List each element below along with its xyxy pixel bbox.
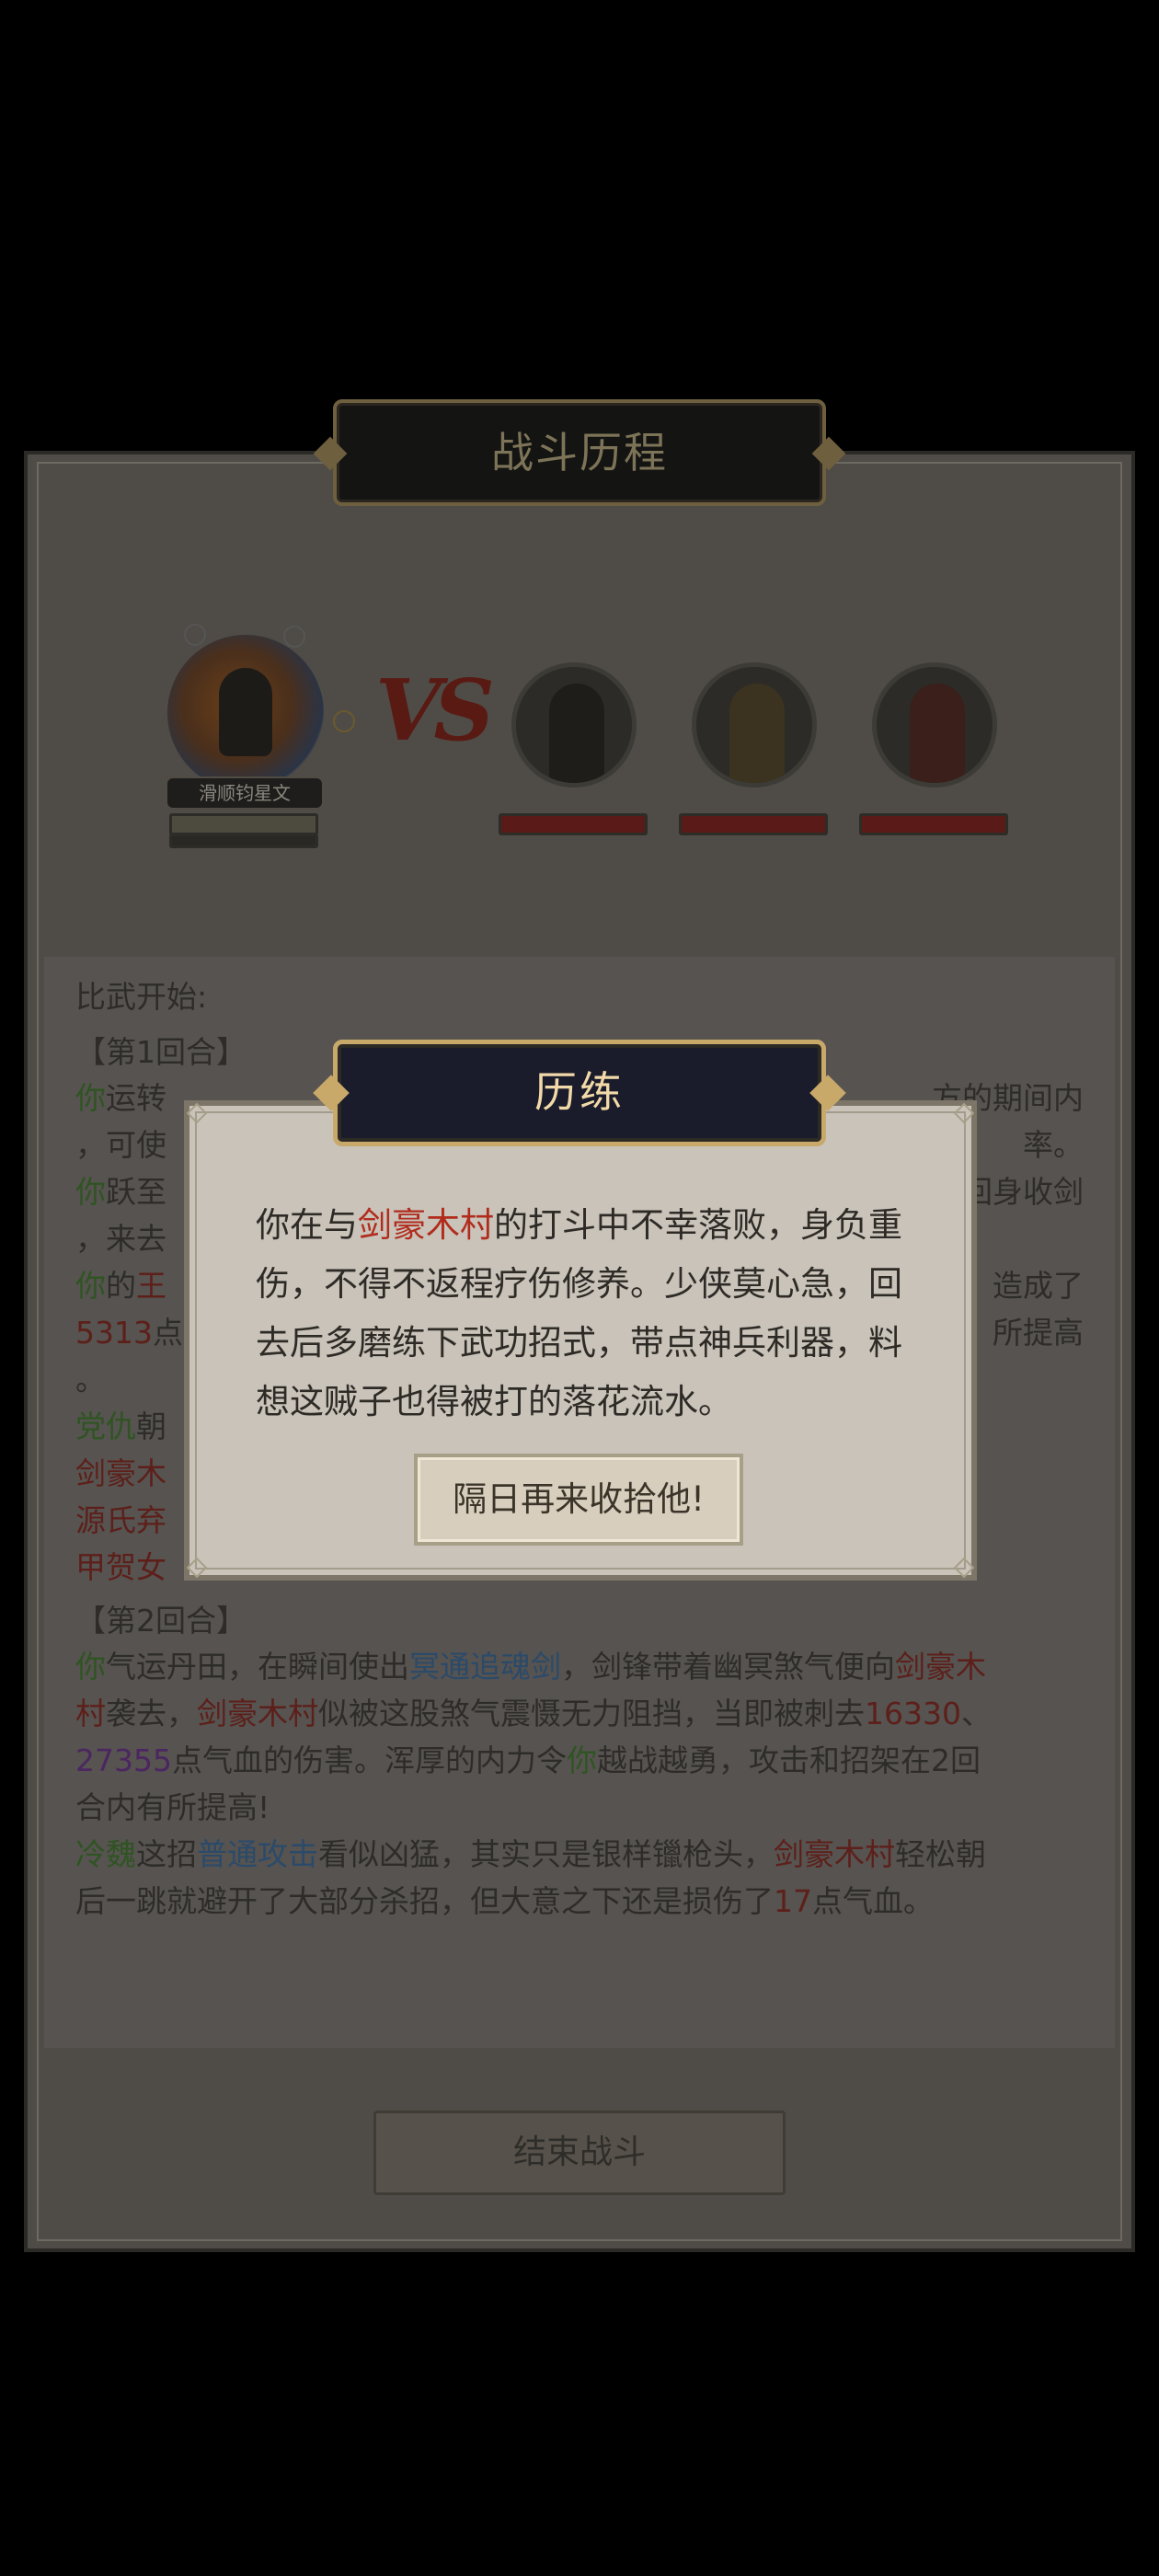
enemy-portrait bbox=[549, 684, 604, 783]
modal-title-plate: 历练 bbox=[333, 1040, 826, 1146]
player-avatar[interactable] bbox=[167, 635, 324, 791]
log-fragment: 剑豪木 bbox=[895, 1649, 986, 1685]
log-fragment: 村 bbox=[75, 1696, 106, 1731]
log-fragment: 似被这股煞气震慑无力阻挡，当即被刺去 bbox=[318, 1696, 865, 1731]
log-fragment: 冷魏 bbox=[75, 1836, 136, 1872]
log-line: 村袭去，剑豪木村似被这股煞气震慑无力阻挡，当即被刺去16330、 bbox=[75, 1690, 1087, 1737]
log-fragment: 27355 bbox=[75, 1742, 172, 1778]
orbit-bead-icon bbox=[333, 710, 355, 732]
log-fragment: 看似凶猛，其实只是银样镴枪头， bbox=[318, 1836, 774, 1872]
modal-title: 历练 bbox=[534, 1067, 625, 1117]
log-fragment: 甲贺女 bbox=[75, 1549, 166, 1585]
log-fragment: 点气血。 bbox=[812, 1883, 934, 1919]
player-mp-bar bbox=[169, 834, 318, 848]
log-fragment: ，来去 bbox=[75, 1221, 166, 1257]
log-line: 冷魏这招普通攻击看似凶猛，其实只是银样镴枪头，剑豪木村轻松朝 bbox=[75, 1831, 1087, 1878]
log-fragment: 17 bbox=[774, 1883, 812, 1919]
log-line: 你气运丹田，在瞬间使出冥通追魂剑，剑锋带着幽冥煞气便向剑豪木 bbox=[75, 1643, 1087, 1690]
enemy-hp-bar-3 bbox=[859, 813, 1008, 835]
log-fragment: 袭去， bbox=[106, 1696, 197, 1731]
log-fragment: 剑豪木村 bbox=[197, 1696, 318, 1731]
log-fragment: 。 bbox=[75, 1362, 106, 1397]
log-fragment: 普通攻击 bbox=[197, 1836, 318, 1872]
battle-title-plate: 战斗历程 bbox=[333, 399, 826, 506]
log-line: 后一跳就避开了大部分杀招，但大意之下还是损伤了17点气血。 bbox=[75, 1878, 1087, 1925]
log-fragment: 、 bbox=[960, 1696, 992, 1731]
log-fragment: 这招 bbox=[136, 1836, 197, 1872]
log-intro: 比武开始: bbox=[75, 979, 208, 1015]
log-fragment: 剑豪木村 bbox=[774, 1836, 895, 1872]
log-line: 合内有所提高! bbox=[75, 1784, 1087, 1831]
orbit-bead-icon bbox=[283, 626, 305, 648]
log-line: 27355点气血的伤害。浑厚的内力令你越战越勇，攻击和招架在2回 bbox=[75, 1737, 1087, 1784]
enemy-portrait bbox=[729, 684, 785, 783]
retry-tomorrow-button[interactable]: 隔日再来收拾他! bbox=[414, 1454, 743, 1546]
log-fragment: 气运丹田，在瞬间使出 bbox=[106, 1649, 409, 1685]
enemy-hp-bar-1 bbox=[499, 813, 648, 835]
battle-title: 战斗历程 bbox=[491, 428, 668, 477]
log-fragment: 冥通追魂剑 bbox=[409, 1649, 561, 1685]
orbit-bead-icon bbox=[184, 624, 206, 646]
log-fragment: 你 bbox=[75, 1649, 106, 1685]
enemy-name-highlight: 剑豪木村 bbox=[358, 1205, 494, 1245]
log-fragment: 后一跳就避开了大部分杀招，但大意之下还是损伤了 bbox=[75, 1883, 774, 1919]
log-fragment: 党仇 bbox=[75, 1409, 136, 1444]
log-fragment: 剑豪木 bbox=[75, 1455, 166, 1491]
enemy-hp-bar-2 bbox=[679, 813, 828, 835]
player-name: 滑顺钧星文 bbox=[166, 776, 324, 810]
log-fragment: 16330 bbox=[865, 1696, 961, 1731]
log-fragment: 越战越勇，攻击和招架在2回 bbox=[596, 1742, 981, 1778]
enemy-avatar-1[interactable] bbox=[511, 662, 637, 788]
log-fragment: 合内有所提高! bbox=[75, 1789, 270, 1825]
log-fragment: 朝 bbox=[136, 1409, 166, 1444]
enemy-avatar-3[interactable] bbox=[872, 662, 997, 788]
vs-emblem: VS bbox=[375, 661, 495, 760]
end-battle-button[interactable]: 结束战斗 bbox=[373, 2110, 786, 2195]
enemy-avatar-2[interactable] bbox=[692, 662, 817, 788]
log-fragment: 轻松朝 bbox=[895, 1836, 986, 1872]
log-fragment: 你 bbox=[566, 1742, 597, 1778]
round2-label: 【第2回合】 bbox=[75, 1603, 247, 1639]
modal-message: 你在与剑豪木村的打斗中不幸落败，身负重伤，不得不返程疗伤修养。少侠莫心急，回去后… bbox=[256, 1196, 903, 1432]
enemy-portrait bbox=[910, 684, 965, 783]
player-portrait bbox=[219, 668, 272, 756]
player-hp-bar bbox=[169, 813, 318, 835]
message-prefix: 你在与 bbox=[256, 1205, 358, 1245]
log-fragment: 点气血的伤害。浑厚的内力令 bbox=[171, 1742, 567, 1778]
log-fragment: 源氏弃 bbox=[75, 1502, 166, 1538]
log-fragment: ，剑锋带着幽冥煞气便向 bbox=[561, 1649, 895, 1685]
